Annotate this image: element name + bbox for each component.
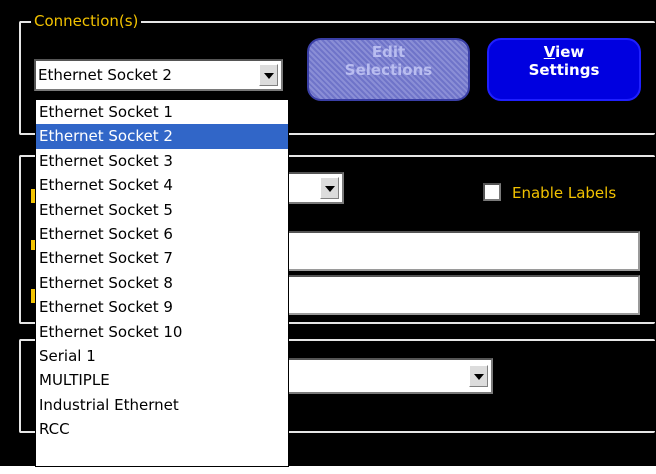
dropdown-option[interactable]: Ethernet Socket 10 (36, 320, 288, 344)
connections-group-legend: Connection(s) (31, 12, 142, 30)
dropdown-option[interactable]: Ethernet Socket 4 (36, 173, 288, 197)
connection-select[interactable]: Ethernet Socket 2 (34, 59, 283, 91)
label-field-2[interactable] (270, 275, 640, 315)
dropdown-option[interactable]: Ethernet Socket 8 (36, 271, 288, 295)
connection-select-value: Ethernet Socket 2 (38, 65, 172, 85)
dropdown-option[interactable]: RCC (36, 417, 288, 441)
dropdown-option[interactable]: Ethernet Socket 6 (36, 222, 288, 246)
edit-selections-label-line1: Edit (371, 43, 406, 61)
dropdown-option[interactable]: Ethernet Socket 3 (36, 149, 288, 173)
chevron-down-icon[interactable] (259, 64, 278, 86)
dropdown-option[interactable]: Ethernet Socket 5 (36, 198, 288, 222)
third-select[interactable] (270, 358, 493, 394)
label-field-1[interactable] (270, 231, 640, 271)
view-settings-accelerator: V (543, 43, 556, 61)
dropdown-option[interactable]: MULTIPLE (36, 368, 288, 392)
view-settings-label-line1-rest: iew (555, 43, 585, 61)
view-settings-label-line2: Settings (528, 61, 600, 79)
edit-selections-label-line2: Selections (344, 61, 433, 79)
enable-labels-checkbox[interactable] (483, 183, 501, 201)
view-settings-label-line1: View (489, 43, 639, 61)
dropdown-option[interactable]: Ethernet Socket 9 (36, 295, 288, 319)
connection-dropdown-list[interactable]: Ethernet Socket 1 Ethernet Socket 2 Ethern… (35, 99, 289, 467)
dropdown-option[interactable]: Ethernet Socket 2 (36, 124, 288, 149)
edit-selections-button[interactable]: Edit Selections (307, 38, 470, 101)
enable-labels-label: Enable Labels (512, 184, 617, 202)
chevron-down-icon[interactable] (320, 177, 339, 199)
application-window: Connection(s) Ethernet Socket 2 Edit Sel… (0, 0, 656, 474)
dropdown-option[interactable]: Ethernet Socket 1 (36, 100, 288, 124)
view-settings-button[interactable]: View Settings (487, 38, 641, 101)
dropdown-option[interactable]: Industrial Ethernet (36, 393, 288, 417)
dropdown-option[interactable]: Ethernet Socket 7 (36, 246, 288, 270)
dropdown-option[interactable]: Serial 1 (36, 344, 288, 368)
chevron-down-icon[interactable] (469, 365, 488, 387)
